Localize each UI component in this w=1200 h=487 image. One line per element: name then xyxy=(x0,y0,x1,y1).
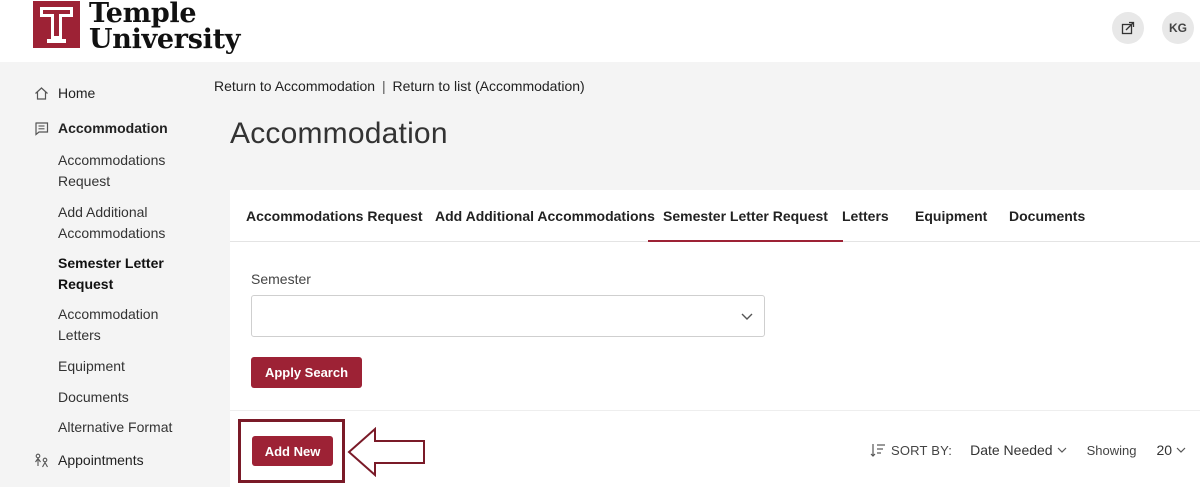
temple-university-logo[interactable]: Temple University xyxy=(33,0,241,55)
logo-wordmark: Temple University xyxy=(89,0,241,55)
sidebar-sub-alternative-format[interactable]: Alternative Format xyxy=(58,417,188,438)
apply-search-button[interactable]: Apply Search xyxy=(251,357,362,388)
semester-label: Semester xyxy=(251,271,311,287)
sidebar-sub-equipment[interactable]: Equipment xyxy=(58,356,188,377)
sidebar-item-label: Home xyxy=(58,85,96,101)
annotation-arrow-icon xyxy=(347,427,425,477)
sidebar-sub-add-additional[interactable]: Add Additional Accommodations xyxy=(58,202,188,244)
page-title: Accommodation xyxy=(230,117,448,150)
showing-label: Showing xyxy=(1086,442,1137,458)
semester-select[interactable] xyxy=(251,295,765,337)
tab-add-additional-accommodations[interactable]: Add Additional Accommodations xyxy=(435,190,655,242)
sidebar-item-label: Appointments xyxy=(58,452,144,468)
people-icon xyxy=(33,452,49,468)
sidebar-item-appointments[interactable]: Appointments xyxy=(33,452,144,468)
content-card: Accommodations Request Add Additional Ac… xyxy=(230,190,1200,487)
temple-t-logo-mark xyxy=(33,1,80,48)
sidebar-item-accommodation[interactable]: Accommodation xyxy=(33,120,168,136)
sort-icon xyxy=(870,444,885,457)
section-divider xyxy=(230,410,1200,411)
tab-equipment[interactable]: Equipment xyxy=(915,190,987,242)
tab-bar: Accommodations Request Add Additional Ac… xyxy=(230,190,1200,242)
chat-list-icon xyxy=(33,120,49,136)
breadcrumb-return-accommodation[interactable]: Return to Accommodation xyxy=(214,78,375,94)
sidebar-sub-documents[interactable]: Documents xyxy=(58,387,188,408)
tab-semester-letter-request[interactable]: Semester Letter Request xyxy=(648,190,843,242)
sidebar-sub-accommodations-request[interactable]: Accommodations Request xyxy=(58,150,188,192)
sidebar-sub-accommodation-letters[interactable]: Accommodation Letters xyxy=(58,304,188,346)
sidebar-item-home[interactable]: Home xyxy=(33,85,95,101)
tab-documents[interactable]: Documents xyxy=(1009,190,1085,242)
home-icon xyxy=(33,85,49,101)
sidebar-item-label: Accommodation xyxy=(58,120,168,136)
external-link-button[interactable] xyxy=(1112,12,1144,44)
chevron-down-icon xyxy=(741,313,753,320)
breadcrumb-return-list[interactable]: Return to list (Accommodation) xyxy=(393,78,585,94)
sidebar-sub-semester-letter-request[interactable]: Semester Letter Request xyxy=(58,253,188,295)
tab-letters[interactable]: Letters xyxy=(842,190,889,242)
user-avatar-button[interactable]: KG xyxy=(1162,12,1194,44)
breadcrumb: Return to Accommodation | Return to list… xyxy=(214,78,585,94)
chevron-down-icon[interactable] xyxy=(1176,445,1186,455)
logo-line2: University xyxy=(89,24,241,55)
add-new-button[interactable]: Add New xyxy=(252,436,333,466)
sort-by-label: SORT BY: xyxy=(891,442,953,458)
breadcrumb-separator: | xyxy=(381,78,386,94)
tab-accommodations-request[interactable]: Accommodations Request xyxy=(246,190,423,242)
sidebar: Home Accommodation Accommodations Reques… xyxy=(0,62,200,487)
top-header: Temple University KG xyxy=(0,0,1200,62)
sort-dropdown[interactable]: Date Needed xyxy=(970,442,1053,458)
page-size-dropdown[interactable]: 20 xyxy=(1156,442,1172,458)
sort-controls: SORT BY: Date Needed Showing 20 xyxy=(870,442,1186,458)
chevron-down-icon[interactable] xyxy=(1057,445,1067,455)
external-link-icon xyxy=(1121,21,1135,35)
